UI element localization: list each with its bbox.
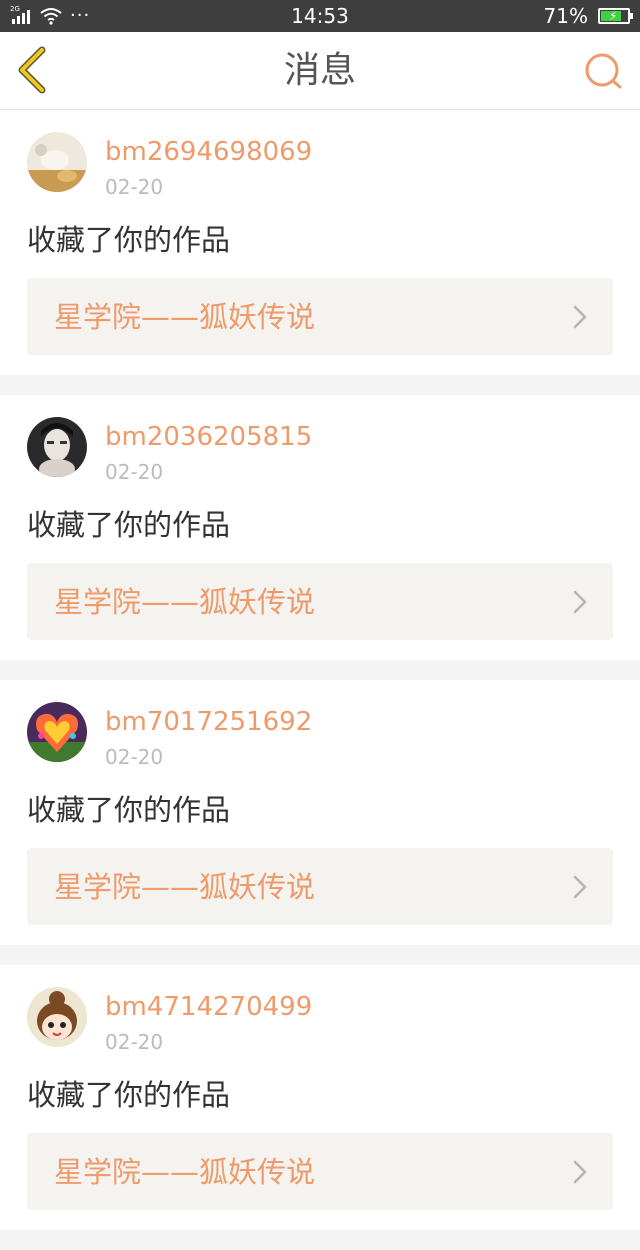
chevron-right-icon	[573, 875, 587, 899]
avatar[interactable]	[27, 987, 87, 1047]
page-title: 消息	[283, 50, 356, 91]
work-title: 星学院——狐妖传说	[54, 1155, 316, 1189]
work-title: 星学院——狐妖传说	[54, 870, 316, 904]
message-card: bm2694698069 02-20 收藏了你的作品 星学院——狐妖传说	[0, 110, 640, 375]
message-date: 02-20	[105, 175, 164, 199]
chevron-right-icon	[573, 1160, 587, 1184]
avatar-photo-light	[27, 132, 87, 192]
message-date: 02-20	[105, 460, 164, 484]
message-date: 02-20	[105, 1030, 164, 1054]
work-title: 星学院——狐妖传说	[54, 585, 316, 619]
action-text: 收藏了你的作品	[27, 223, 231, 257]
avatar-cartoon-girl	[27, 987, 87, 1047]
work-link[interactable]: 星学院——狐妖传说	[27, 278, 613, 355]
message-card: bm7017251692 02-20 收藏了你的作品 星学院——狐妖传说	[0, 680, 640, 945]
username[interactable]: bm4714270499	[105, 991, 312, 1023]
battery-percent: 71%	[543, 4, 588, 28]
avatar-photo-portrait	[27, 417, 87, 477]
work-link[interactable]: 星学院——狐妖传说	[27, 563, 613, 640]
work-link[interactable]: 星学院——狐妖传说	[27, 848, 613, 925]
message-date: 02-20	[105, 745, 164, 769]
work-title: 星学院——狐妖传说	[54, 300, 316, 334]
message-card: bm2036205815 02-20 收藏了你的作品 星学院——狐妖传说	[0, 395, 640, 660]
message-list: bm2694698069 02-20 收藏了你的作品 星学院——狐妖传说 bm2…	[0, 110, 640, 1250]
header-bar: 消息	[0, 32, 640, 110]
battery-icon: ⚡	[598, 8, 633, 24]
status-bar: 2G ··· 14:53 71% ⚡	[0, 0, 640, 32]
chevron-right-icon	[573, 590, 587, 614]
avatar[interactable]	[27, 702, 87, 762]
message-card: bm4714270499 02-20 收藏了你的作品 星学院——狐妖传说	[0, 965, 640, 1230]
search-button[interactable]	[582, 50, 626, 94]
avatar[interactable]	[27, 417, 87, 477]
username[interactable]: bm2694698069	[105, 136, 312, 168]
username[interactable]: bm2036205815	[105, 421, 312, 453]
avatar-photo-heart	[27, 702, 87, 762]
username[interactable]: bm7017251692	[105, 706, 312, 738]
chevron-right-icon	[573, 305, 587, 329]
action-text: 收藏了你的作品	[27, 793, 231, 827]
action-text: 收藏了你的作品	[27, 508, 231, 542]
search-icon	[585, 53, 622, 89]
action-text: 收藏了你的作品	[27, 1078, 231, 1112]
avatar[interactable]	[27, 132, 87, 192]
status-right: 71% ⚡	[543, 4, 633, 28]
work-link[interactable]: 星学院——狐妖传说	[27, 1133, 613, 1210]
charging-bolt-icon: ⚡	[609, 9, 618, 23]
